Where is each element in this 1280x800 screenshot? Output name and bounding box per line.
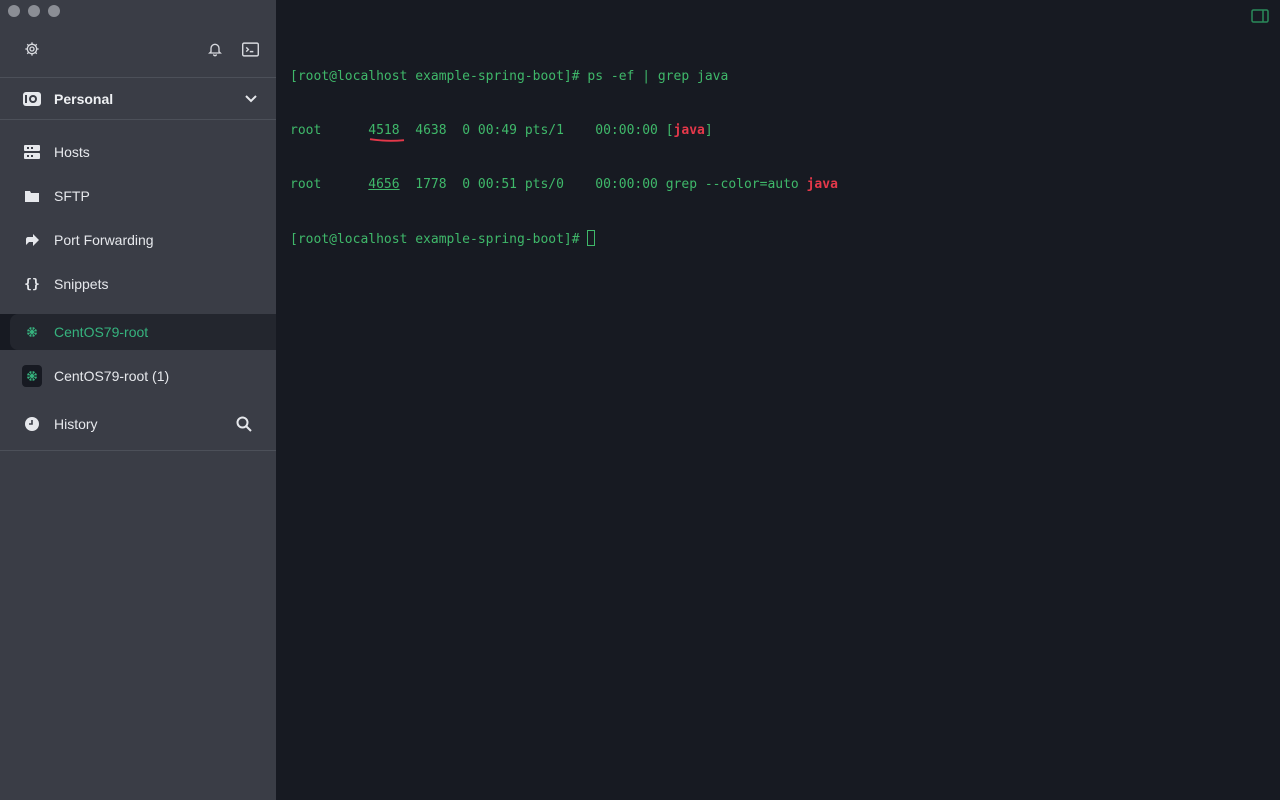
divider bbox=[0, 450, 276, 451]
process-details: 0 00:49 pts/1 00:00:00 [ bbox=[446, 123, 674, 138]
grep-match: java bbox=[806, 177, 838, 192]
bell-icon[interactable] bbox=[205, 39, 225, 59]
process-user: root bbox=[290, 123, 322, 138]
search-icon[interactable] bbox=[235, 415, 253, 433]
nav-label-snippets: Snippets bbox=[54, 276, 109, 292]
vault-icon bbox=[22, 89, 42, 109]
history-label: History bbox=[54, 416, 98, 432]
folder-icon bbox=[22, 186, 42, 206]
nav-item-snippets[interactable]: {} Snippets bbox=[0, 262, 276, 306]
terminal-line: [root@localhost example-spring-boot]# bbox=[290, 230, 1280, 248]
nav-item-port-forwarding[interactable]: Port Forwarding bbox=[0, 218, 276, 262]
vault-label: Personal bbox=[54, 90, 114, 107]
vault-selector[interactable]: Personal bbox=[0, 78, 276, 119]
history-section[interactable]: History bbox=[0, 402, 276, 446]
nav-label-sftp: SFTP bbox=[54, 188, 90, 204]
panel-toggle-icon[interactable] bbox=[1251, 9, 1269, 28]
window-maximize-button[interactable] bbox=[48, 5, 60, 17]
nav-item-hosts[interactable]: Hosts bbox=[0, 130, 276, 174]
centos-icon bbox=[22, 365, 42, 387]
divider bbox=[0, 119, 276, 120]
tab-centos79-root-1[interactable]: CentOS79-root (1) bbox=[0, 354, 276, 398]
terminal-line: root 4656 1778 0 00:51 pts/0 00:00:00 gr… bbox=[290, 176, 1280, 194]
terminal-cursor bbox=[587, 230, 596, 246]
grep-match: java bbox=[673, 123, 705, 138]
terminal-line: root 4518 4638 0 00:49 pts/1 00:00:00 [j… bbox=[290, 122, 1280, 142]
terminal-prompt: [root@localhost example-spring-boot]# bbox=[290, 232, 588, 247]
window-minimize-button[interactable] bbox=[28, 5, 40, 17]
process-pid: 4518 bbox=[368, 123, 400, 138]
process-user: root bbox=[290, 177, 322, 192]
tab-label: CentOS79-root bbox=[54, 324, 149, 340]
process-ppid: 1778 bbox=[415, 177, 447, 192]
server-icon bbox=[22, 142, 42, 162]
nav-item-sftp[interactable]: SFTP bbox=[0, 174, 276, 218]
annotation-underline bbox=[369, 138, 405, 142]
nav-label-port-forwarding: Port Forwarding bbox=[54, 232, 154, 248]
terminal-line: [root@localhost example-spring-boot]# ps… bbox=[290, 68, 1280, 86]
centos-icon bbox=[22, 322, 42, 342]
process-details-end: ] bbox=[704, 123, 713, 138]
process-ppid: 4638 bbox=[415, 123, 447, 138]
terminal-command-line: [root@localhost example-spring-boot]# ps… bbox=[290, 69, 729, 84]
gear-icon[interactable] bbox=[22, 39, 42, 59]
braces-icon: {} bbox=[24, 276, 40, 292]
sidebar: Personal Hosts SFTP Port Forwarding {} S… bbox=[0, 0, 276, 800]
nav-label-hosts: Hosts bbox=[54, 144, 90, 160]
chevron-down-icon[interactable] bbox=[243, 90, 259, 106]
process-details: 0 00:51 pts/0 00:00:00 grep --color=auto bbox=[446, 177, 807, 192]
terminal-output[interactable]: [root@localhost example-spring-boot]# ps… bbox=[290, 32, 1280, 266]
tab-centos79-root[interactable]: CentOS79-root bbox=[10, 314, 276, 350]
tab-label: CentOS79-root (1) bbox=[54, 368, 170, 384]
terminal-icon[interactable] bbox=[240, 39, 260, 59]
process-pid: 4656 bbox=[368, 177, 400, 192]
window-close-button[interactable] bbox=[8, 5, 20, 17]
clock-icon bbox=[22, 414, 42, 434]
forward-arrow-icon bbox=[22, 230, 42, 250]
